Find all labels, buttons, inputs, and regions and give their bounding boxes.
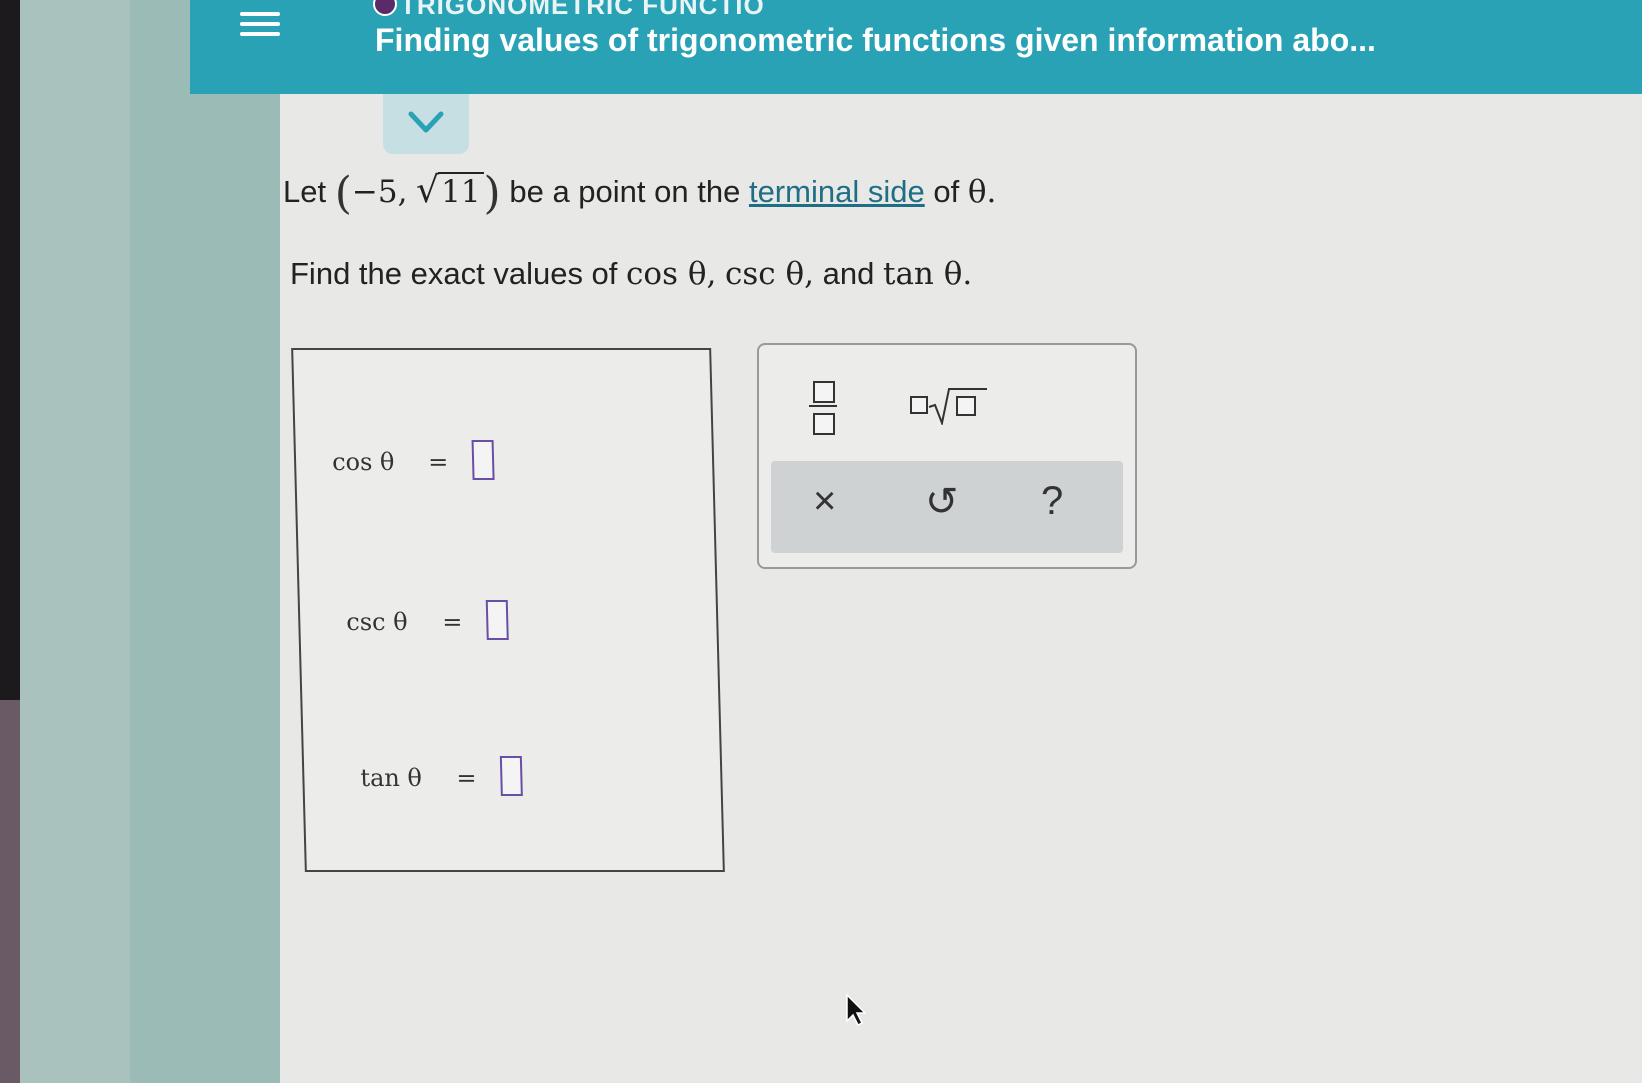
hamburger-menu-icon[interactable] [240, 6, 280, 42]
csc-answer-input[interactable] [485, 600, 509, 640]
answer-label: tan θ [360, 764, 423, 792]
equals-sign: = [441, 608, 463, 636]
help-button[interactable]: ? [1041, 479, 1063, 524]
header-bar: TRIGONOMETRIC FUNCTIO Finding values of … [190, 0, 1642, 94]
point-x: −5, [351, 174, 408, 210]
topic-category: TRIGONOMETRIC FUNCTIO [400, 0, 765, 20]
answer-row-cos: cos θ = [331, 440, 495, 480]
terminal-side-link[interactable]: terminal side [749, 174, 925, 209]
find-prefix: Find the exact values of [290, 256, 618, 291]
page-title: Finding values of trigonometric function… [375, 22, 1376, 58]
left-sidebar-panel [130, 0, 280, 1083]
cos-label: cos θ, [626, 256, 717, 292]
clear-button[interactable]: × [813, 479, 836, 524]
of-text: of [933, 174, 960, 209]
tan-answer-input[interactable] [499, 756, 523, 796]
answer-label: csc θ [345, 608, 408, 636]
keypad-toolbar: × ↺ ? [771, 461, 1123, 553]
collapse-toggle-button[interactable] [383, 94, 469, 154]
csc-label: csc θ, [724, 256, 814, 292]
nth-root-button[interactable] [909, 385, 989, 425]
undo-button[interactable]: ↺ [925, 479, 959, 525]
let-text: Let [283, 174, 327, 209]
fraction-button[interactable] [809, 377, 837, 435]
sqrt-expression: 11 [416, 170, 484, 211]
close-paren: ) [483, 168, 501, 219]
topic-status-dot-icon [373, 0, 397, 16]
theta-symbol: θ. [967, 174, 997, 210]
instruction-text: Find the exact values of cos θ, csc θ, a… [290, 256, 972, 292]
and-text: and [822, 256, 875, 291]
chevron-down-icon [408, 111, 444, 133]
math-keypad: × ↺ ? [757, 343, 1137, 569]
mouse-cursor-icon [846, 993, 867, 1027]
equals-sign: = [427, 448, 449, 476]
radicand: 11 [438, 172, 484, 210]
middle-text: be a point on the [509, 174, 741, 209]
answer-box: cos θ = csc θ = tan θ = [291, 348, 725, 872]
equals-sign: = [456, 764, 477, 792]
cos-answer-input[interactable] [471, 440, 495, 480]
answer-label: cos θ [331, 448, 395, 476]
answer-row-csc: csc θ = [345, 600, 509, 640]
problem-statement: Let (−5, 11) be a point on the terminal … [283, 168, 996, 219]
answer-row-tan: tan θ = [360, 756, 523, 796]
open-paren: ( [334, 168, 352, 219]
tan-label: tan θ. [882, 256, 973, 292]
